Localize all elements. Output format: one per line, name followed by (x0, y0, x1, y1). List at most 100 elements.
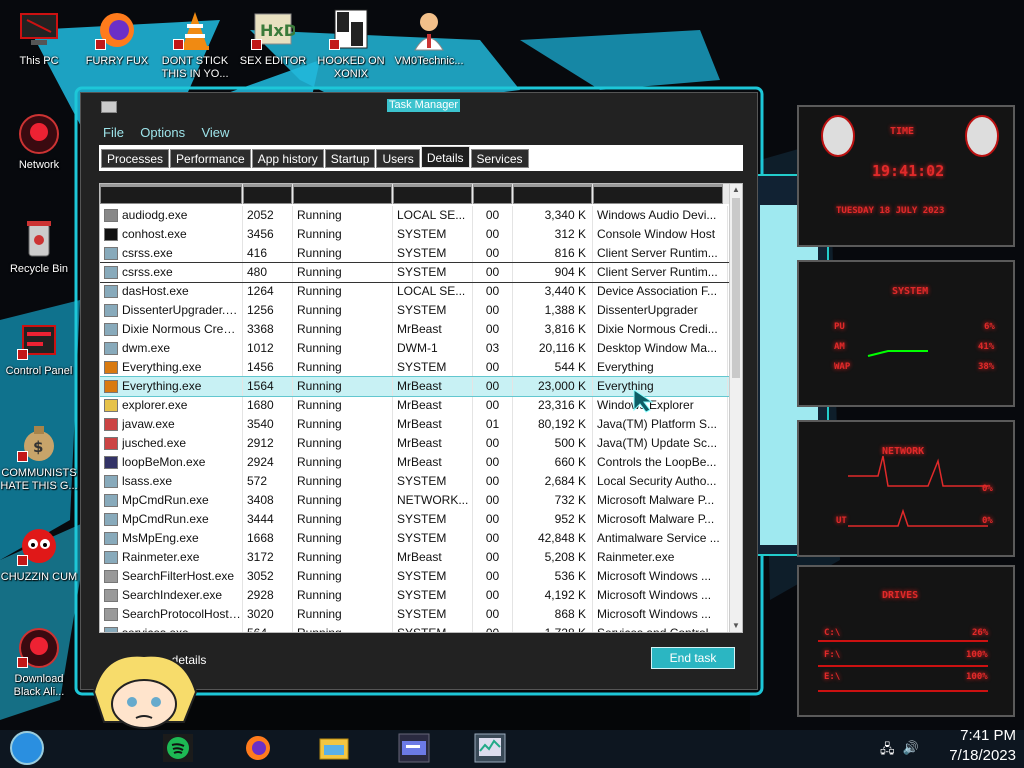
table-row[interactable]: javaw.exe 3540 Running MrBeast 01 80,192 K Jav… (100, 415, 730, 434)
tab-startup[interactable]: Startup (324, 149, 376, 168)
start-orb-icon[interactable] (8, 730, 48, 766)
table-row[interactable]: SearchFilterHost.exe 3052 Running SYSTEM 00 5… (100, 567, 730, 586)
desktop-icon-sex-editor[interactable]: HxD SEX EDITOR (234, 8, 312, 68)
cpu-cell: 00 (473, 301, 513, 320)
widget-drive-label: F:\ (824, 650, 841, 660)
network-tray-icon[interactable]: 🖧 (880, 740, 895, 762)
desktop-icon-vm0technic[interactable]: VM0Technic... (390, 8, 468, 68)
table-row[interactable]: MpCmdRun.exe 3408 Running NETWORK... 00 732 K… (100, 491, 730, 510)
table-row[interactable]: conhost.exe 3456 Running SYSTEM 00 312 K Conso… (100, 225, 730, 244)
desktop-icon-furry-fux[interactable]: FURRY FUX (78, 8, 156, 68)
cpu-cell: 00 (473, 605, 513, 624)
desktop-icon-this-pc[interactable]: This PC (0, 8, 78, 68)
memory-cell: 868 K (513, 605, 593, 624)
file-explorer-icon[interactable] (318, 733, 350, 763)
status-cell: Running (293, 567, 393, 586)
table-row[interactable]: SearchProtocolHost.... 3020 Running SYSTEM 0… (100, 605, 730, 624)
desktop-icon-label: Recycle Bin (9, 263, 69, 275)
table-row[interactable]: loopBeMon.exe 2924 Running MrBeast 00 660 K Co… (100, 453, 730, 472)
status-cell: Running (293, 586, 393, 605)
memory-cell: 536 K (513, 567, 593, 586)
menu-view[interactable]: View (201, 125, 229, 140)
task-manager-icon[interactable] (474, 733, 506, 763)
pid-cell: 1256 (243, 301, 293, 320)
description-cell: Local Security Autho... (593, 472, 728, 491)
table-row[interactable]: csrss.exe 416 Running SYSTEM 00 816 K Client S… (100, 244, 730, 263)
tab-app-history[interactable]: App history (251, 149, 324, 168)
status-cell: Running (293, 548, 393, 567)
desktop-icon-recycle-bin[interactable]: Recycle Bin (0, 216, 78, 276)
desktop-icon-network[interactable]: Network (0, 112, 78, 172)
scroll-down-icon[interactable]: ▼ (731, 621, 741, 631)
firefox-icon[interactable] (242, 733, 274, 763)
process-name: Dixie Normous Credi... (122, 322, 242, 336)
desktop-icon-download-black-ali[interactable]: Download Black Ali... (0, 626, 78, 699)
table-row[interactable]: dwm.exe 1012 Running DWM-1 03 20,116 K Desktop… (100, 339, 730, 358)
column-header-memory[interactable] (513, 184, 592, 204)
desktop-icon-dont-stick[interactable]: DONT STICK THIS IN YO... (156, 8, 234, 81)
desktop-icon-chuzzin-cum[interactable]: CHUZZIN CUM (0, 524, 78, 584)
cpu-cell: 00 (473, 529, 513, 548)
table-body: audiodg.exe 2052 Running LOCAL SE... 00 3,340… (100, 206, 731, 632)
table-row[interactable]: jusched.exe 2912 Running MrBeast 00 500 K Java… (100, 434, 730, 453)
table-row[interactable]: Rainmeter.exe 3172 Running MrBeast 00 5,208 K… (100, 548, 730, 567)
status-cell: Running (293, 529, 393, 548)
tab-services[interactable]: Services (470, 149, 529, 168)
process-name-cell: dasHost.exe (100, 282, 243, 301)
table-row[interactable]: csrss.exe 480 Running SYSTEM 00 904 K Client S… (100, 262, 731, 283)
tab-details[interactable]: Details (420, 146, 470, 168)
user-name-cell: MrBeast (393, 415, 473, 434)
status-cell: Running (293, 339, 393, 358)
cpu-cell: 01 (473, 415, 513, 434)
process-name-cell: MpCmdRun.exe (100, 510, 243, 529)
description-cell: Desktop Window Ma... (593, 339, 728, 358)
column-header-cpu[interactable] (473, 184, 512, 204)
column-header-name[interactable] (100, 184, 242, 204)
table-row[interactable]: Everything.exe 1456 Running SYSTEM 00 544 K Ev… (100, 358, 730, 377)
control-panel-icon[interactable] (398, 733, 430, 763)
window-title-bar[interactable]: Task Manager (81, 93, 757, 117)
taskbar-clock[interactable]: 7:41 PM 7/18/2023 (949, 726, 1016, 766)
process-icon (104, 399, 118, 412)
column-header-user[interactable] (393, 184, 472, 204)
cpu-cell: 00 (473, 510, 513, 529)
scrollbar-thumb[interactable] (732, 198, 740, 378)
vertical-scrollbar[interactable]: ▲ ▼ (729, 184, 742, 632)
xonix-game-icon (329, 8, 373, 52)
menu-file[interactable]: File (103, 125, 124, 140)
table-row[interactable]: audiodg.exe 2052 Running LOCAL SE... 00 3,340… (100, 206, 730, 225)
description-cell: Java(TM) Update Sc... (593, 434, 728, 453)
description-cell: Microsoft Malware P... (593, 491, 728, 510)
cpu-cell: 00 (473, 453, 513, 472)
menu-options[interactable]: Options (140, 125, 185, 140)
memory-cell: 3,816 K (513, 320, 593, 339)
column-header-status[interactable] (293, 184, 392, 204)
desktop-icon-hooked-on-xonix[interactable]: HOOKED ON XONIX (312, 8, 390, 81)
pid-cell: 3456 (243, 225, 293, 244)
description-cell: Microsoft Malware P... (593, 510, 728, 529)
table-row[interactable]: MpCmdRun.exe 3444 Running SYSTEM 00 952 K Micr… (100, 510, 730, 529)
tab-processes[interactable]: Processes (101, 149, 170, 168)
spotify-icon[interactable] (162, 733, 194, 763)
volume-icon[interactable]: 🔊 (903, 740, 919, 762)
table-row[interactable]: SearchIndexer.exe 2928 Running SYSTEM 00 4,19… (100, 586, 730, 605)
desktop-icon-control-panel[interactable]: Control Panel (0, 318, 78, 378)
column-header-pid[interactable] (243, 184, 292, 204)
table-row[interactable]: MsMpEng.exe 1668 Running SYSTEM 00 42,848 K An… (100, 529, 730, 548)
column-header-description[interactable] (593, 184, 723, 204)
table-row[interactable]: Dixie Normous Credi... 3368 Running MrBeast… (100, 320, 730, 339)
description-cell: Services and Control... (593, 624, 728, 632)
scroll-up-icon[interactable]: ▲ (731, 185, 741, 195)
table-row[interactable]: dasHost.exe 1264 Running LOCAL SE... 00 3,440… (100, 282, 730, 301)
user-name-cell: MrBeast (393, 320, 473, 339)
table-row[interactable]: lsass.exe 572 Running SYSTEM 00 2,684 K Local … (100, 472, 730, 491)
tab-users[interactable]: Users (376, 149, 420, 168)
table-row[interactable]: services.exe 564 Running SYSTEM 00 1,728 K Ser… (100, 624, 730, 632)
status-cell: Running (293, 624, 393, 632)
process-name: csrss.exe (122, 265, 173, 279)
tab-performance[interactable]: Performance (170, 149, 251, 168)
desktop-icon-communists[interactable]: $ COMMUNISTS HATE THIS G... (0, 420, 78, 493)
process-name: SearchFilterHost.exe (122, 569, 235, 583)
end-task-button[interactable]: End task (651, 647, 735, 669)
table-row[interactable]: DissenterUpgrader.exe 1256 Running SYSTEM 00… (100, 301, 730, 320)
